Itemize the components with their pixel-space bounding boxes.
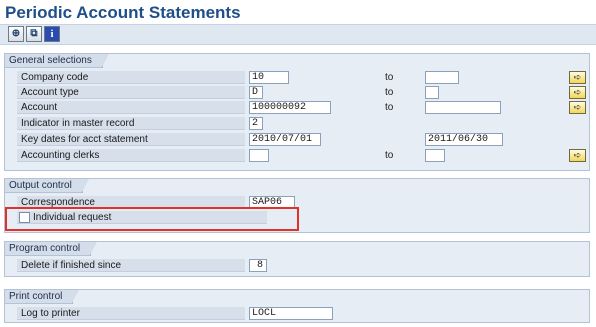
get-variant-button[interactable]: ⧉ [26,26,42,42]
company-code-label: Company code [17,71,245,84]
key-dates-label: Key dates for acct statement [17,133,245,146]
account-multiple-selection-button[interactable]: ➪ [569,101,586,114]
print-control-section: Print control Log to printer LOCL [4,289,590,323]
multiple-selection-arrow-icon: ➪ [573,87,582,97]
multiple-selection-arrow-icon: ➪ [573,102,582,112]
program-control-section: Program control Delete if finished since… [4,241,590,277]
account-type-input[interactable]: D [249,86,263,99]
account-type-to-label: to [385,87,394,98]
indicator-master-record-label: Indicator in master record [17,117,245,130]
key-date-from-input[interactable]: 2010/07/01 [249,133,321,146]
account-input[interactable]: 100000092 [249,101,331,114]
page-title: Periodic Account Statements [5,3,241,22]
accounting-clerks-input[interactable] [249,149,269,162]
info-button[interactable]: i [44,26,60,42]
get-variant-icon: ⧉ [30,28,38,39]
company-code-to-label: to [385,72,394,83]
execute-button[interactable]: ⊕ [8,26,24,42]
log-to-printer-label: Log to printer [17,307,245,320]
account-to-input[interactable] [425,101,501,114]
print-control-header: Print control [5,290,80,304]
highlight-box [5,207,299,231]
indicator-master-record-input[interactable]: 2 [249,117,263,130]
account-label: Account [17,101,245,114]
info-icon: i [50,27,54,40]
delete-if-finished-label: Delete if finished since [17,259,245,272]
multiple-selection-arrow-icon: ➪ [573,72,582,82]
delete-if-finished-input[interactable]: 8 [249,259,267,272]
multiple-selection-arrow-icon: ➪ [573,150,582,160]
company-code-multiple-selection-button[interactable]: ➪ [569,71,586,84]
account-to-label: to [385,102,394,113]
account-type-to-input[interactable] [425,86,439,99]
general-selections-header: General selections [5,54,109,68]
log-to-printer-input[interactable]: LOCL [249,307,333,320]
output-control-header: Output control [5,179,89,193]
general-selections-section: General selections Company code 10 to ➪ … [4,53,590,171]
key-date-to-input[interactable]: 2011/06/30 [425,133,503,146]
execute-icon: ⊕ [11,28,21,39]
accounting-clerks-label: Accounting clerks [17,149,245,162]
accounting-clerks-to-input[interactable] [425,149,445,162]
accounting-clerks-to-label: to [385,150,394,161]
company-code-to-input[interactable] [425,71,459,84]
company-code-input[interactable]: 10 [249,71,289,84]
application-toolbar: ⊕ ⧉ i [0,24,596,45]
account-type-label: Account type [17,86,245,99]
accounting-clerks-multiple-selection-button[interactable]: ➪ [569,149,586,162]
account-type-multiple-selection-button[interactable]: ➪ [569,86,586,99]
program-control-header: Program control [5,242,98,256]
